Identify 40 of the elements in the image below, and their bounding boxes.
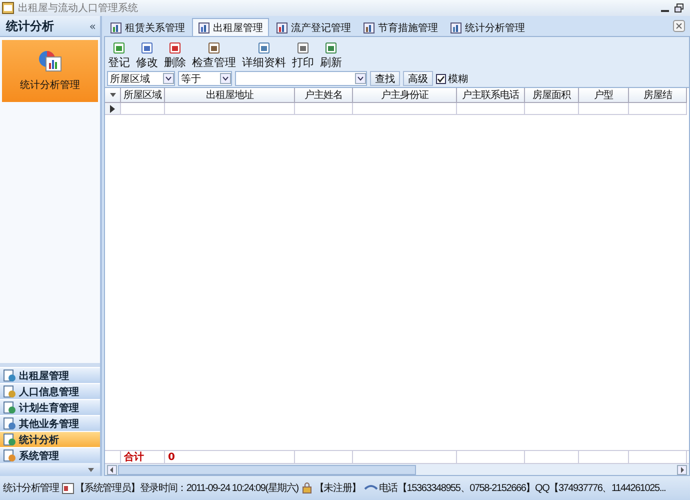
nav-item[interactable]: 人口信息管理: [0, 383, 100, 399]
tab[interactable]: 出租屋管理: [192, 18, 269, 36]
column-header[interactable]: 户主联系电话: [457, 88, 525, 103]
column-header[interactable]: 户主姓名: [295, 88, 353, 103]
nav-item[interactable]: 出租屋管理: [0, 367, 100, 383]
collapse-button[interactable]: «: [89, 20, 96, 32]
nav-item[interactable]: 统计分析: [0, 431, 100, 447]
search-button[interactable]: 查找: [370, 71, 400, 86]
column-header[interactable]: 户型: [579, 88, 629, 103]
tab[interactable]: 租赁关系管理: [105, 19, 190, 36]
nav-item[interactable]: 系统管理: [0, 447, 100, 463]
status-registration: 【未注册】: [314, 482, 361, 495]
toolbar-button[interactable]: 刷新: [320, 41, 342, 70]
status-user: 【系统管理员】登录时间：2011-09-24 10:24:09(星期六): [74, 482, 298, 495]
toolbar-button[interactable]: 登记: [108, 41, 130, 70]
toolbar-button[interactable]: 删除: [164, 41, 186, 70]
field-dropdown[interactable]: 所屋区域: [107, 71, 175, 86]
panel-item[interactable]: 统计分析管理: [2, 40, 98, 102]
nav-item[interactable]: 计划生育管理: [0, 399, 100, 415]
status-contact: 电话【15363348955、0758-2152666】QQ【374937776、1144261025...: [378, 482, 666, 495]
toolbar-button[interactable]: 详细资料: [242, 41, 286, 70]
toolbar-button[interactable]: 修改: [136, 41, 158, 70]
column-header[interactable]: 房屋结: [629, 88, 687, 103]
toolbar-button[interactable]: 检查管理: [192, 41, 236, 70]
column-header[interactable]: 户主身份证: [353, 88, 457, 103]
window-title: 出租屋与流动人口管理系统: [18, 2, 138, 15]
tab[interactable]: 节育措施管理: [358, 19, 443, 36]
nav-item[interactable]: 其他业务管理: [0, 415, 100, 431]
toolbar-button[interactable]: 打印: [292, 41, 314, 70]
column-header[interactable]: 所屋区域: [121, 88, 165, 103]
column-header[interactable]: 房屋面积: [525, 88, 579, 103]
column-header[interactable]: 出租屋地址: [165, 88, 295, 103]
tab[interactable]: 统计分析管理: [445, 19, 530, 36]
operator-dropdown[interactable]: 等于: [178, 71, 232, 86]
advanced-button[interactable]: 高级: [403, 71, 433, 86]
panel-item-label: 统计分析管理: [20, 78, 80, 92]
fuzzy-checkbox[interactable]: 模糊: [436, 72, 468, 86]
sidebar-title: 统计分析: [6, 18, 54, 34]
status-module: 统计分析管理: [2, 482, 59, 495]
tab[interactable]: 流产登记管理: [271, 19, 356, 36]
